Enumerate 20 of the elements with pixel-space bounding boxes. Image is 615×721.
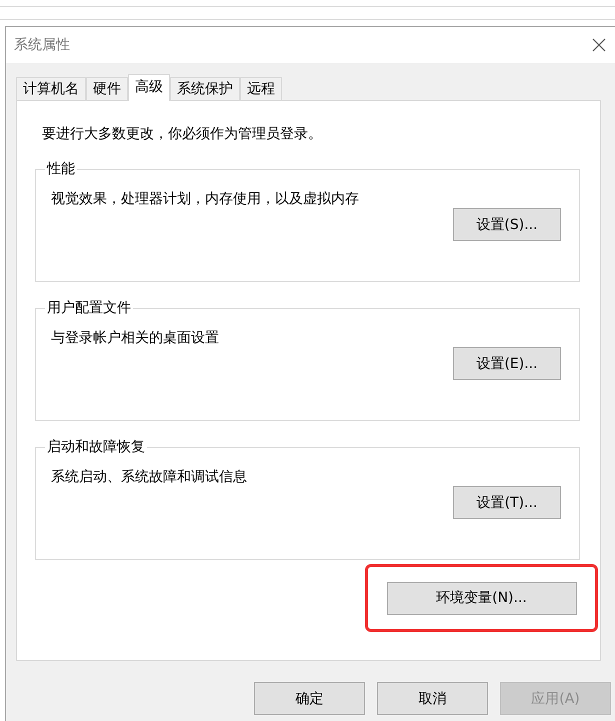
environment-variables-button[interactable]: 环境变量(N)... [386, 582, 576, 614]
group-description: 视觉效果，处理器计划，内存使用，以及虚拟内存 [51, 190, 360, 208]
tab[interactable]: 计算机名 [16, 77, 86, 100]
tab[interactable]: 高级 [128, 74, 170, 101]
group-title: 用户配置文件 [46, 299, 132, 317]
tab[interactable]: 系统保护 [170, 77, 240, 100]
tab[interactable]: 远程 [240, 77, 282, 100]
settings-button[interactable]: 设置(T)... [453, 486, 561, 519]
group-title: 启动和故障恢复 [46, 438, 146, 456]
tab[interactable]: 硬件 [86, 77, 128, 100]
settings-button[interactable]: 设置(E)... [453, 347, 561, 380]
notice-text: 要进行大多数更改，你必须作为管理员登录。 [42, 125, 323, 143]
group-title: 性能 [46, 160, 76, 178]
dialog-button[interactable]: 取消 [377, 682, 488, 715]
window-title: 系统属性 [14, 36, 70, 54]
group-description: 系统启动、系统故障和调试信息 [51, 468, 248, 486]
group-description: 与登录帐户相关的桌面设置 [51, 329, 220, 347]
settings-button[interactable]: 设置(S)... [453, 208, 561, 241]
close-icon[interactable] [592, 38, 606, 52]
dialog-button[interactable]: 确定 [254, 682, 365, 715]
